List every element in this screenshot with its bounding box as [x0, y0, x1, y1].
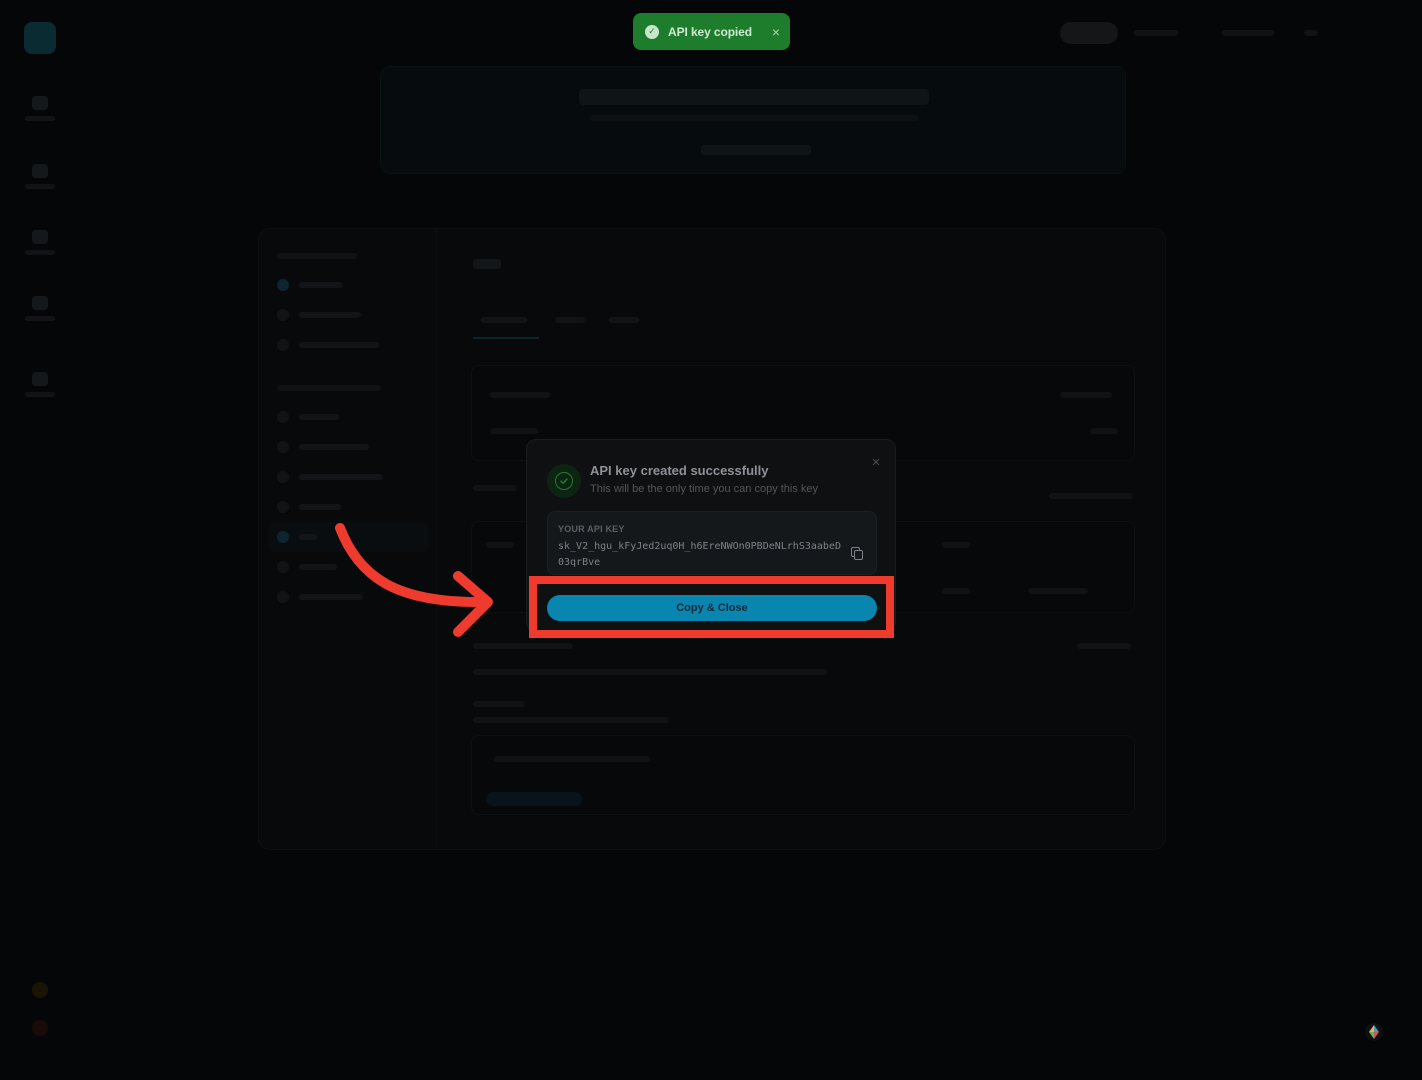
rail-bottom-dot [32, 1020, 48, 1036]
toast-message: API key copied [668, 24, 752, 39]
check-icon: ✓ [645, 24, 659, 39]
rail-item [14, 230, 66, 270]
header-pill [1060, 22, 1118, 44]
app-badge-icon [1365, 1023, 1383, 1041]
promo-banner [380, 66, 1126, 174]
success-badge [547, 464, 581, 498]
header-link [1304, 30, 1318, 36]
app-logo [24, 22, 56, 54]
header-link [1222, 30, 1274, 36]
left-rail [0, 0, 80, 1080]
api-key-box: YOUR API KEY sk_V2_hgu_kFyJed2uq0H_h6Ere… [547, 511, 877, 575]
check-circle-icon [555, 472, 573, 490]
close-icon[interactable]: × [772, 25, 780, 39]
pointer-arrow-icon [335, 523, 493, 637]
header-link [1134, 30, 1178, 36]
modal-title: API key created successfully [590, 463, 769, 478]
screen: ✓ API key copied × × API key created suc… [0, 0, 1422, 1080]
rail-item [14, 96, 66, 136]
rail-item [14, 164, 66, 204]
copy-icon[interactable] [850, 547, 864, 561]
rail-item [14, 296, 66, 336]
api-key-value[interactable]: sk_V2_hgu_kFyJed2uq0H_h6EreNWOn0PBDeNLrh… [558, 539, 846, 571]
rail-item [14, 372, 66, 412]
modal-subtitle: This will be the only time you can copy … [590, 483, 819, 495]
api-key-modal: × API key created successfully This will… [526, 439, 896, 632]
rail-bottom-dot [32, 982, 48, 998]
close-icon[interactable]: × [869, 455, 883, 470]
api-key-label: YOUR API KEY [558, 524, 625, 534]
copy-and-close-button[interactable]: Copy & Close [547, 595, 877, 621]
toast-notification: ✓ API key copied × [633, 13, 790, 50]
